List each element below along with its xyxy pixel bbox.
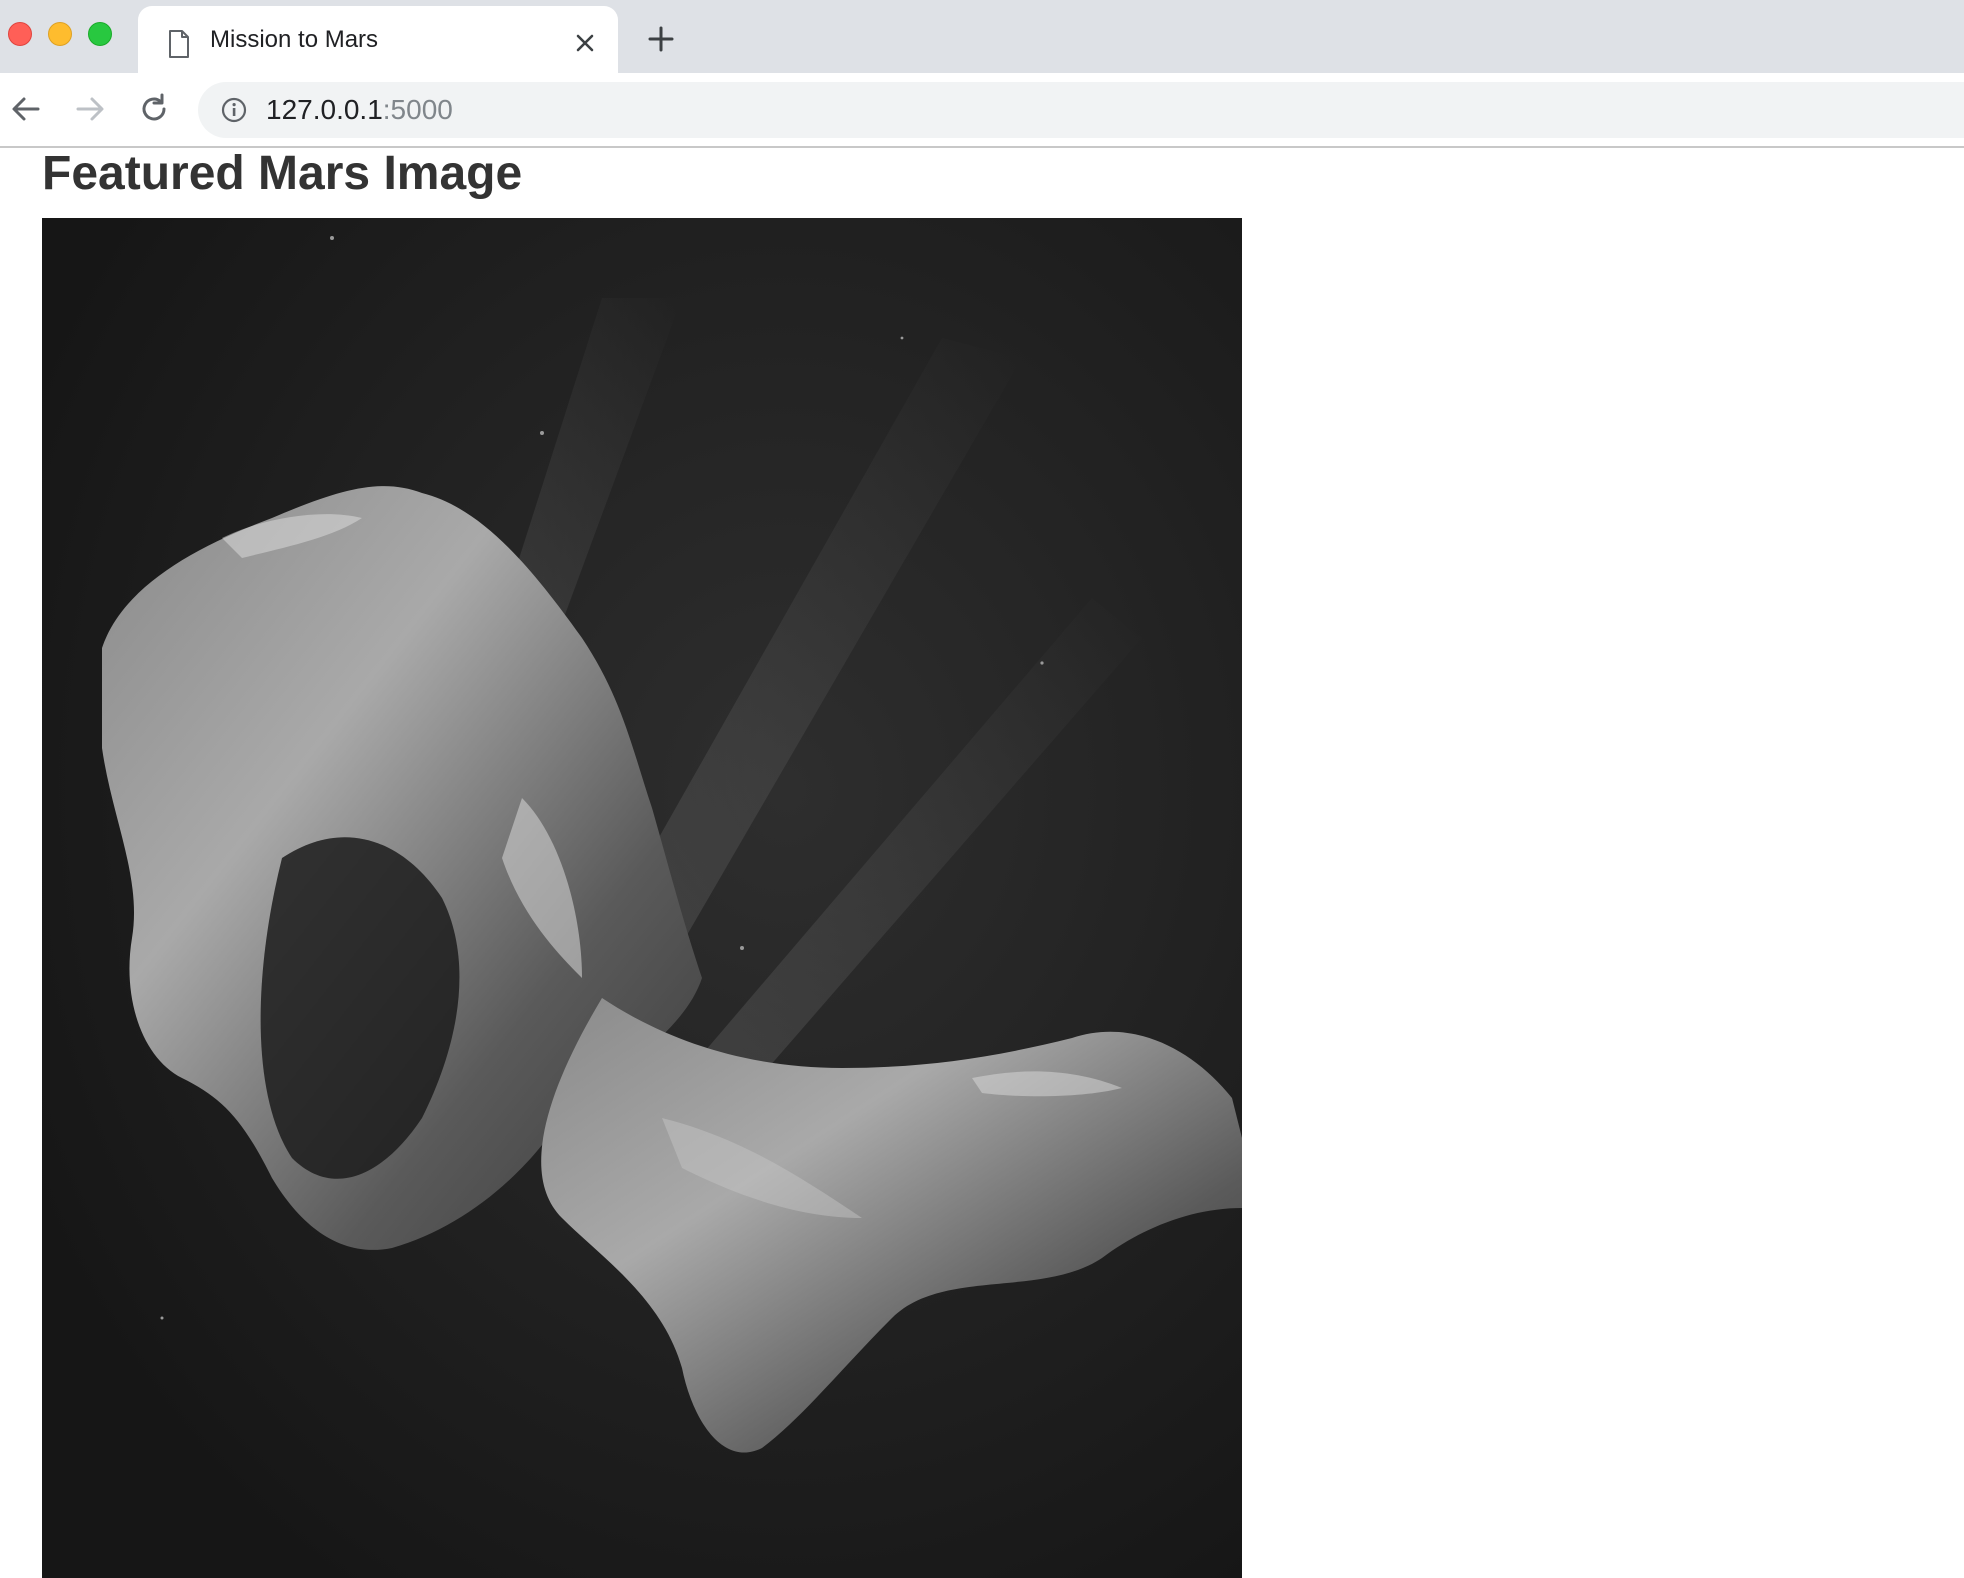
browser-toolbar: 127.0.0.1:5000 — [0, 73, 1964, 148]
tab-close-icon[interactable] — [570, 28, 600, 58]
page-title: Featured Mars Image — [42, 147, 523, 200]
window-close-button[interactable] — [8, 22, 32, 46]
site-info-icon[interactable] — [220, 96, 248, 124]
url-host: 127.0.0.1 — [266, 94, 383, 125]
tab-strip: Mission to Mars — [0, 0, 1964, 73]
url-text: 127.0.0.1:5000 — [266, 94, 453, 126]
window-minimize-button[interactable] — [48, 22, 72, 46]
forward-arrow-icon[interactable] — [72, 91, 108, 127]
back-arrow-icon[interactable] — [8, 91, 44, 127]
tab-title: Mission to Mars — [210, 26, 379, 53]
browser-chrome: Mission to Mars 127.0.0.1:5000 — [0, 0, 1964, 148]
window-maximize-button[interactable] — [88, 22, 112, 46]
featured-mars-image — [42, 218, 1242, 1578]
page-icon — [169, 30, 189, 58]
url-port: :5000 — [382, 94, 453, 125]
page-content: Featured Mars Image — [0, 147, 1964, 1578]
reload-icon[interactable] — [136, 91, 172, 127]
address-bar[interactable]: 127.0.0.1:5000 — [198, 82, 1964, 138]
browser-tab-active[interactable]: Mission to Mars — [138, 6, 618, 73]
new-tab-icon[interactable] — [646, 24, 676, 54]
